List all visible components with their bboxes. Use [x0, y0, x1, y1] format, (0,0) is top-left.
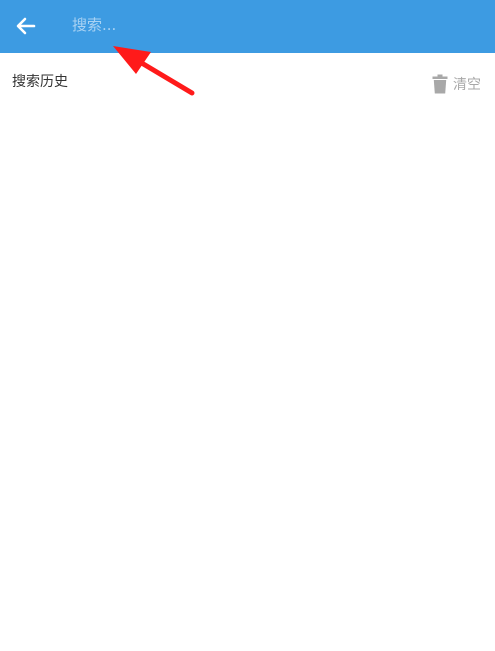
back-button[interactable]	[8, 8, 44, 44]
search-history-header: 搜索历史 清空	[0, 53, 495, 109]
search-page: 搜索历史 清空	[0, 0, 495, 651]
clear-history-label: 清空	[453, 77, 481, 93]
search-input[interactable]	[66, 10, 488, 40]
clear-history-button[interactable]: 清空	[432, 73, 481, 95]
app-bar	[0, 0, 495, 53]
search-history-title: 搜索历史	[12, 74, 68, 90]
trash-icon	[432, 74, 448, 94]
arrow-left-icon	[16, 17, 36, 35]
